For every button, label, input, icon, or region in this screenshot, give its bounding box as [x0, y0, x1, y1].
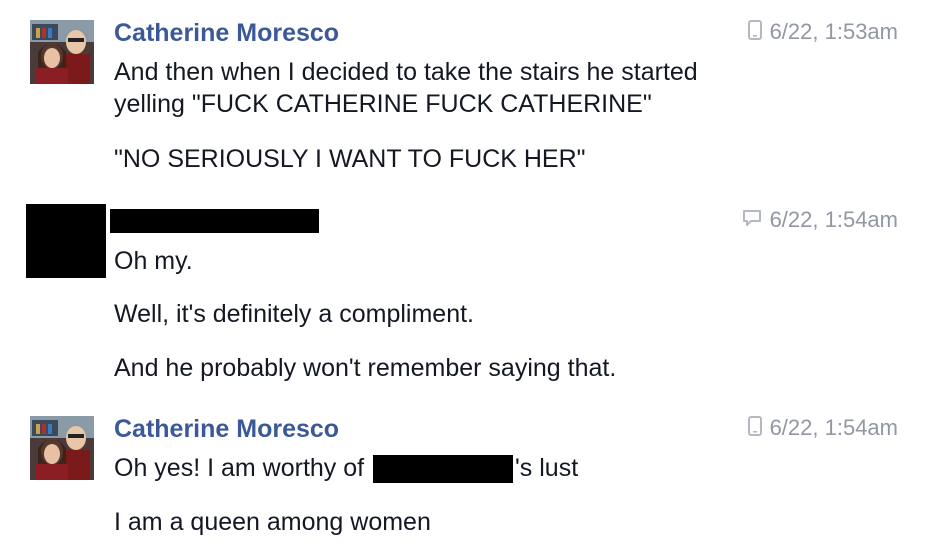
timestamp[interactable]: 6/22, 1:53am — [770, 18, 898, 46]
message-text-part: 's lust — [515, 454, 579, 482]
message-text: I am a queen among women — [114, 508, 431, 536]
sender-avatar[interactable] — [30, 20, 94, 84]
message-timestamp-group: 6/22, 1:54am — [742, 206, 898, 234]
message-text: And he probably won't remember saying th… — [114, 354, 617, 382]
sender-avatar[interactable] — [30, 416, 94, 480]
timestamp[interactable]: 6/22, 1:54am — [770, 206, 898, 234]
sender-name[interactable]: Catherine Moresco — [114, 18, 339, 48]
message-text: Well, it's definitely a compliment. — [114, 300, 474, 328]
sender-name[interactable]: Catherine Moresco — [114, 414, 339, 444]
avatar-photo — [30, 20, 94, 84]
message-text: Oh yes! I am worthy of 's lust — [114, 452, 578, 484]
message-text: And then when I decided to take the stai… — [114, 58, 698, 86]
message-timestamp-group: 6/22, 1:54am — [747, 414, 898, 442]
avatar-photo — [30, 416, 94, 480]
timestamp[interactable]: 6/22, 1:54am — [770, 414, 898, 442]
message-timestamp-group: 6/22, 1:53am — [747, 18, 898, 46]
mobile-phone-icon — [747, 415, 762, 441]
chat-bubble-icon — [742, 209, 762, 232]
message-text-part: Oh yes! I am worthy of — [114, 454, 372, 482]
redacted-sender-name — [110, 209, 319, 233]
redacted-name — [373, 455, 514, 484]
message-text: Oh my. — [114, 247, 193, 275]
mobile-phone-icon — [747, 19, 762, 45]
message-text: "NO SERIOUSLY I WANT TO FUCK HER" — [114, 145, 586, 173]
redacted-avatar[interactable] — [26, 204, 106, 278]
message-text: yelling "FUCK CATHERINE FUCK CATHERINE" — [114, 90, 652, 118]
